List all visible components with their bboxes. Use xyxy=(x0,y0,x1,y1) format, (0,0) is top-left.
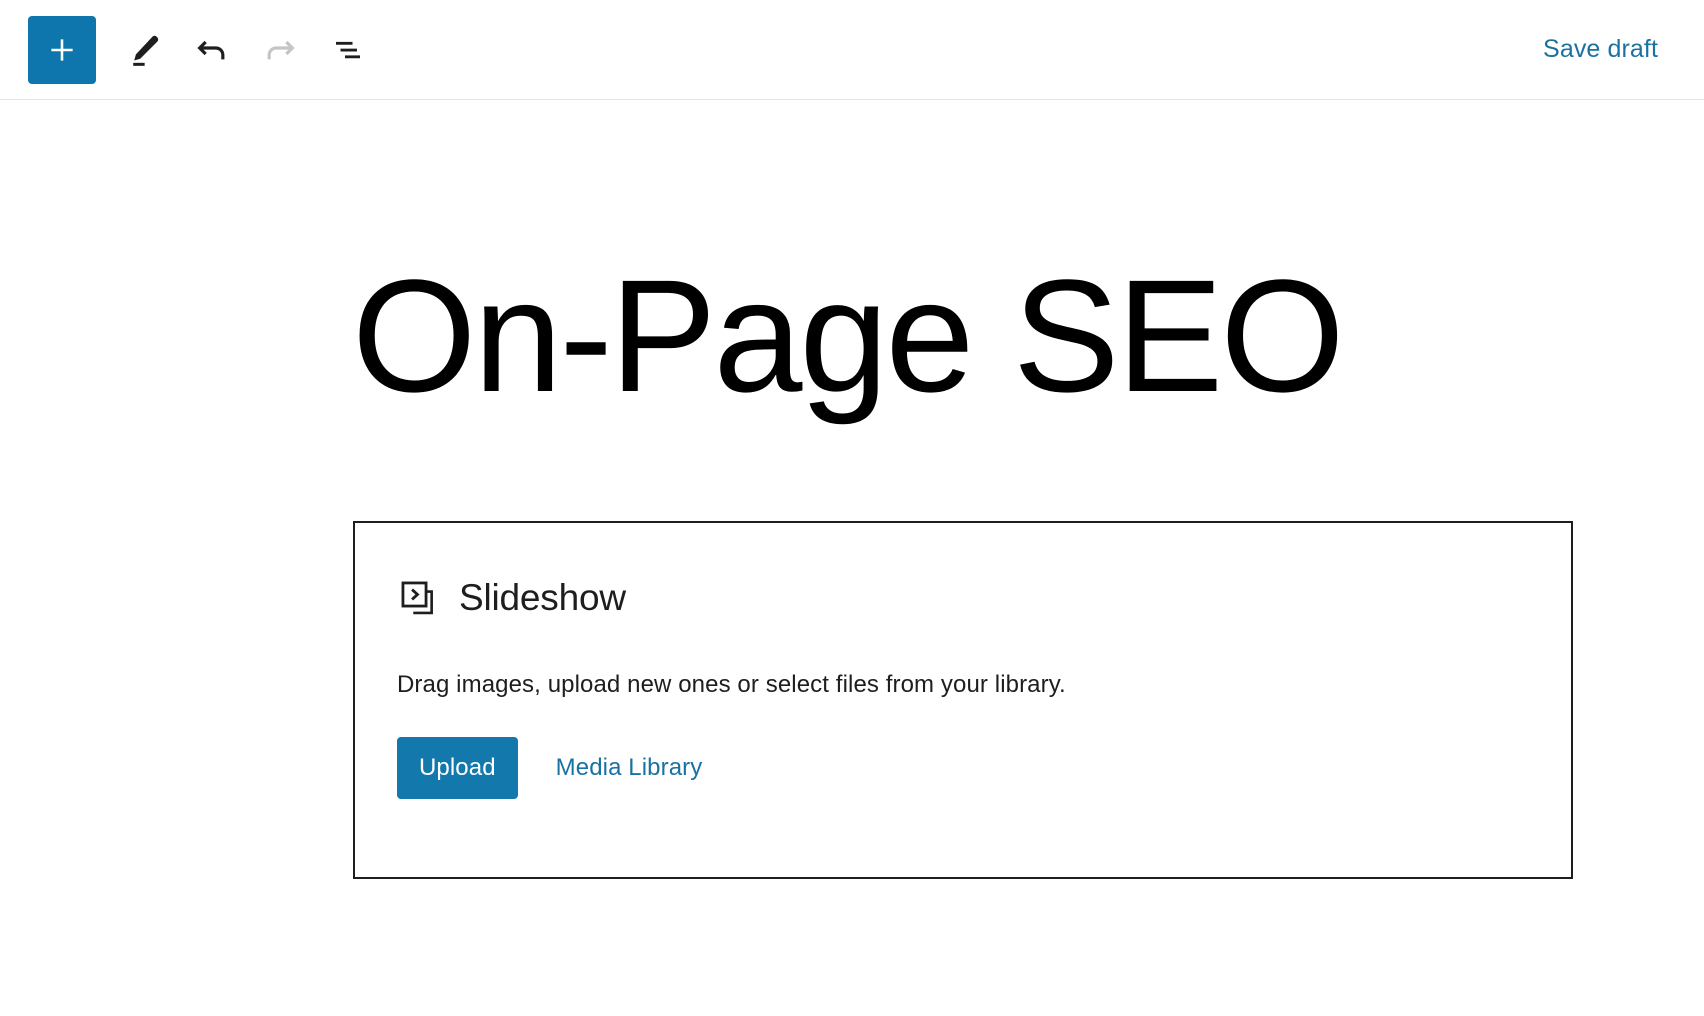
slideshow-icon xyxy=(397,577,439,619)
upload-button[interactable]: Upload xyxy=(397,737,518,799)
editor-header-toolbar: Save draft xyxy=(0,0,1704,100)
slideshow-block-placeholder[interactable]: Slideshow Drag images, upload new ones o… xyxy=(353,521,1573,879)
plus-icon xyxy=(45,33,79,67)
undo-button[interactable] xyxy=(178,16,246,84)
post-title[interactable]: On-Page SEO xyxy=(352,256,1572,416)
redo-button[interactable] xyxy=(246,16,314,84)
redo-arrow-icon xyxy=(260,30,300,70)
tools-button[interactable] xyxy=(110,16,178,84)
pencil-icon xyxy=(125,31,163,69)
media-library-button[interactable]: Media Library xyxy=(554,748,705,788)
list-view-button[interactable] xyxy=(314,16,382,84)
placeholder-actions: Upload Media Library xyxy=(397,737,1529,799)
block-editor-screen: Save draft On-Page SEO Slideshow Drag im… xyxy=(0,0,1704,1016)
list-view-icon xyxy=(330,32,366,68)
placeholder-instructions: Drag images, upload new ones or select f… xyxy=(397,671,1066,698)
undo-arrow-icon xyxy=(192,30,232,70)
placeholder-header: Slideshow xyxy=(397,577,1529,619)
header-tools-group xyxy=(0,15,382,84)
placeholder-title: Slideshow xyxy=(459,577,626,618)
add-block-button[interactable] xyxy=(28,15,96,84)
editor-canvas: On-Page SEO Slideshow Drag images, uploa… xyxy=(0,101,1704,1016)
header-actions-group: Save draft xyxy=(1539,29,1704,70)
save-draft-button[interactable]: Save draft xyxy=(1539,29,1662,70)
